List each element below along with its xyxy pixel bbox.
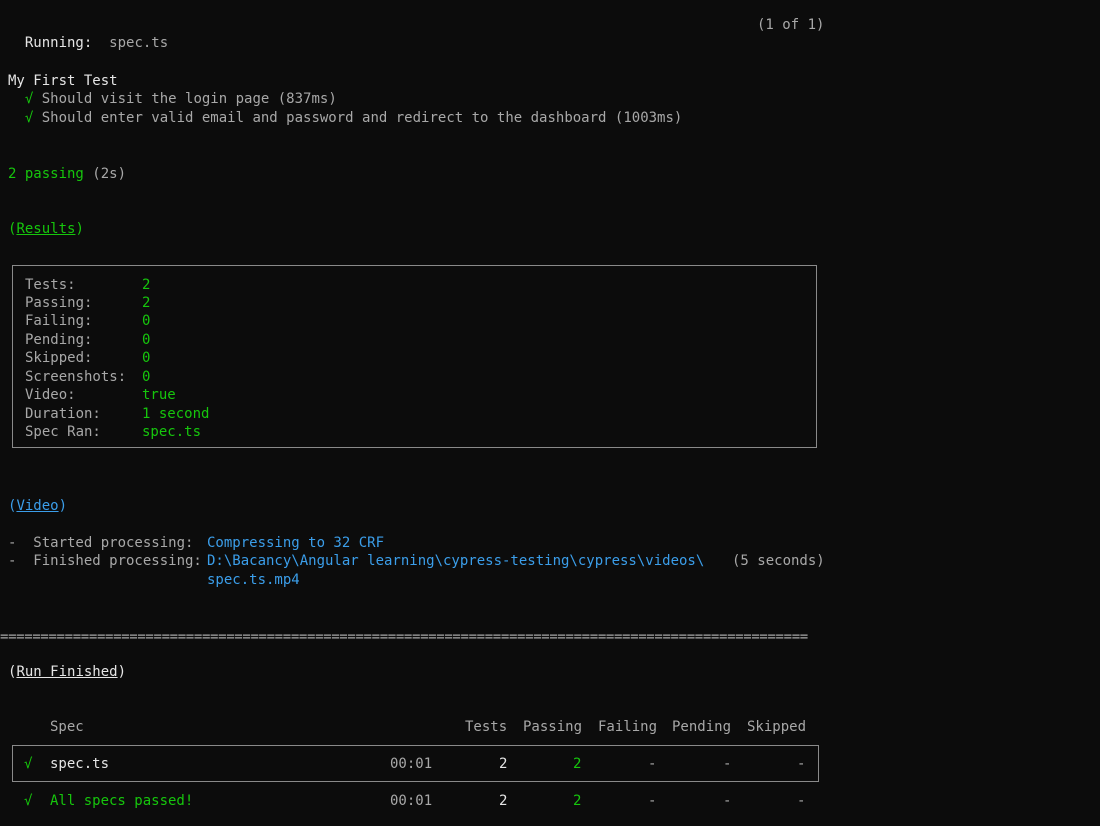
total-duration: 00:01 bbox=[390, 793, 433, 809]
results-box: Tests: 2 Passing: 2 Failing: 0 Pending: 0 Sk… bbox=[12, 265, 817, 448]
spec-skipped: - bbox=[797, 756, 806, 772]
check-icon: √ bbox=[24, 91, 34, 107]
test-item: √ Should enter valid email and password … bbox=[8, 109, 682, 127]
run-table-header: Spec Tests Passing Failing Pending Skipp… bbox=[0, 718, 1100, 738]
spec-counter: (1 of 1) bbox=[757, 17, 825, 33]
video-filename: spec.ts.mp4 bbox=[207, 572, 300, 588]
video-heading-label: Video bbox=[16, 498, 59, 514]
run-finished-heading-label: Run Finished bbox=[16, 664, 118, 680]
results-label: Duration: bbox=[25, 406, 101, 422]
passing-time: (2s) bbox=[92, 166, 127, 182]
test-duration: (837ms) bbox=[277, 91, 337, 107]
results-row: Passing: 2 bbox=[25, 294, 150, 312]
spec-passing: 2 bbox=[573, 756, 582, 772]
col-passing: Passing bbox=[523, 719, 583, 735]
test-title: Should enter valid email and password an… bbox=[41, 110, 607, 126]
col-spec: Spec bbox=[50, 719, 84, 735]
results-row: Video: true bbox=[25, 386, 176, 404]
results-value: 2 bbox=[142, 295, 151, 311]
col-skipped: Skipped bbox=[747, 719, 807, 735]
finished-processing-time: (5 seconds) bbox=[732, 553, 825, 569]
separator-line: ========================================… bbox=[0, 629, 808, 645]
results-value: 2 bbox=[142, 277, 151, 293]
col-tests: Tests bbox=[465, 719, 508, 735]
results-row: Spec Ran: spec.ts bbox=[25, 423, 201, 441]
results-value: spec.ts bbox=[142, 424, 202, 440]
total-pending: - bbox=[723, 793, 732, 809]
results-label: Screenshots: bbox=[25, 369, 127, 385]
running-line: Running: spec.ts bbox=[8, 16, 168, 53]
passing-count: 2 passing bbox=[8, 166, 84, 182]
results-row: Tests: 2 bbox=[25, 276, 150, 294]
results-value: 0 bbox=[142, 350, 151, 366]
results-value: 1 second bbox=[142, 406, 210, 422]
running-label: Running: bbox=[24, 35, 93, 52]
video-heading: (Video) bbox=[8, 498, 68, 514]
test-title: Should visit the login page bbox=[41, 91, 270, 107]
results-value: 0 bbox=[142, 313, 151, 329]
table-row: √ spec.ts 00:01 2 2 - - - bbox=[0, 755, 1100, 775]
run-finished-heading: (Run Finished) bbox=[8, 664, 127, 680]
results-label: Spec Ran: bbox=[25, 424, 101, 440]
results-heading-label: Results bbox=[16, 221, 76, 237]
results-label: Failing: bbox=[25, 313, 93, 329]
results-value: 0 bbox=[142, 369, 151, 385]
results-value: true bbox=[142, 387, 176, 403]
finished-processing-label: - Finished processing: bbox=[8, 553, 202, 569]
total-skipped: - bbox=[797, 793, 806, 809]
test-duration: (1003ms) bbox=[614, 110, 683, 126]
spec-name: spec.ts bbox=[50, 756, 110, 772]
col-pending: Pending bbox=[672, 719, 732, 735]
spec-failing: - bbox=[648, 756, 657, 772]
suite-title: My First Test bbox=[8, 73, 118, 89]
results-label: Tests: bbox=[25, 277, 76, 293]
results-row: Pending: 0 bbox=[25, 331, 150, 349]
results-row: Duration: 1 second bbox=[25, 405, 209, 423]
video-path: D:\Bacancy\Angular learning\cypress-test… bbox=[207, 553, 705, 569]
results-heading: (Results) bbox=[8, 221, 84, 237]
spec-pending: - bbox=[723, 756, 732, 772]
results-label: Pending: bbox=[25, 332, 93, 348]
test-item: √ Should visit the login page (837ms) bbox=[8, 90, 337, 108]
results-row: Screenshots: 0 bbox=[25, 368, 150, 386]
total-failing: - bbox=[648, 793, 657, 809]
results-value: 0 bbox=[142, 332, 151, 348]
results-label: Video: bbox=[25, 387, 76, 403]
started-processing-value: Compressing to 32 CRF bbox=[207, 535, 385, 551]
running-spec-name: spec.ts bbox=[109, 35, 169, 52]
passing-summary: 2 passing (2s) bbox=[8, 165, 126, 183]
table-row-total: √ All specs passed! 00:01 2 2 - - - bbox=[0, 792, 1100, 812]
col-failing: Failing bbox=[598, 719, 658, 735]
results-label: Skipped: bbox=[25, 350, 93, 366]
spec-tests: 2 bbox=[499, 756, 508, 772]
total-tests: 2 bbox=[499, 793, 508, 809]
check-icon: √ bbox=[24, 110, 34, 126]
check-icon: √ bbox=[24, 756, 33, 772]
results-label: Passing: bbox=[25, 295, 93, 311]
check-icon: √ bbox=[24, 793, 33, 809]
results-row: Skipped: 0 bbox=[25, 349, 150, 367]
total-name: All specs passed! bbox=[50, 793, 194, 809]
total-passing: 2 bbox=[573, 793, 582, 809]
started-processing-label: - Started processing: bbox=[8, 535, 194, 551]
spec-duration: 00:01 bbox=[390, 756, 433, 772]
results-row: Failing: 0 bbox=[25, 312, 150, 330]
